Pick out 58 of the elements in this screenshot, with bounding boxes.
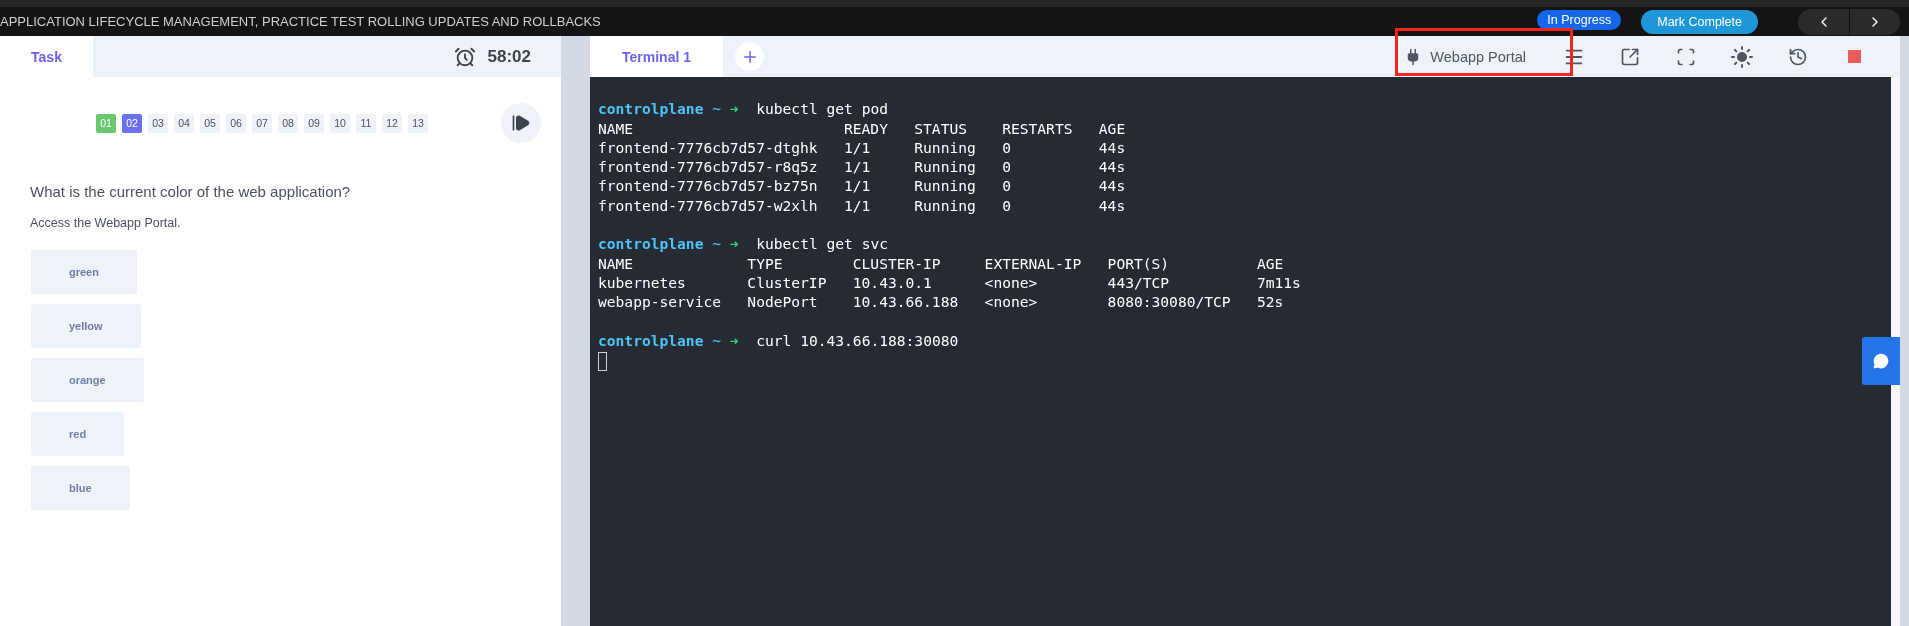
prompt-host: controlplane [598,100,704,118]
question-number[interactable]: 08 [278,113,298,133]
terminal-output: kubernetes ClusterIP 10.43.0.1 <none> 443/TCP 7m11s [598,273,1301,291]
history-icon [1788,46,1808,67]
answer-option[interactable]: green [31,250,137,294]
skip-button[interactable] [501,103,541,143]
prompt-dir: ~ [712,235,722,253]
terminal-output: frontend-7776cb7d57-r8q5z 1/1 Running 0 44s [598,158,1126,176]
terminal-output: webapp-service NodePort 10.43.66.188 <none> 8080:30080/TCP 52s [598,293,1284,311]
question-number[interactable]: 04 [174,113,194,133]
hint-text: Access the Webapp Portal. [30,216,182,230]
terminal-output: NAME READY STATUS RESTARTS AGE [598,119,1126,137]
answer-option[interactable]: blue [31,466,130,510]
terminal-command: kubectl get svc [756,235,888,253]
prompt-dir: ~ [712,100,722,118]
feedback-button[interactable] [1862,337,1900,385]
status-badge: In Progress [1537,9,1622,30]
prompt-arrow: ➜ [729,235,739,253]
alarm-clock-icon [453,45,476,68]
task-tab[interactable]: Task [0,36,93,77]
terminal-cursor [598,352,607,372]
webapp-portal-button[interactable]: Webapp Portal [1396,41,1534,72]
add-tab-button[interactable] [735,42,764,71]
terminal-command: curl 10.43.66.188:30080 [756,331,959,349]
terminal-output: frontend-7776cb7d57-bz75n 1/1 Running 0 44s [598,177,1126,195]
terminal-output: frontend-7776cb7d57-dtghk 1/1 Running 0 44s [598,138,1126,156]
terminal-output: NAME TYPE CLUSTER-IP EXTERNAL-IP PORT(S) AGE [598,254,1284,272]
question-number[interactable]: 12 [382,113,402,133]
answer-option[interactable]: red [31,412,125,456]
skip-forward-icon [511,113,531,133]
external-link-icon [1620,46,1640,67]
prompt-arrow: ➜ [729,100,739,118]
sun-icon [1730,44,1754,69]
question-text: What is the current color of the web application? [30,183,352,200]
terminal-output: frontend-7776cb7d57-w2xlh 1/1 Running 0 44s [598,196,1126,214]
prompt-host: controlplane [598,331,704,349]
question-number[interactable]: 05 [200,113,220,133]
question-number[interactable]: 02 [122,113,142,133]
prompt-arrow: ➜ [729,331,739,349]
stop-icon [1847,50,1861,63]
question-number[interactable]: 11 [356,113,376,133]
terminal-tab[interactable]: Terminal 1 [590,36,723,77]
answer-option[interactable]: orange [31,358,144,402]
terminal-screen[interactable] [590,77,1891,626]
question-number[interactable]: 03 [148,113,168,133]
course-title: APPLICATION LIFECYCLE MANAGEMENT, PRACTICE TEST ROLLING UPDATES AND ROLLBACKS [0,14,602,29]
prompt-host: controlplane [598,235,704,253]
question-number[interactable]: 07 [252,113,272,133]
terminal-command: kubectl get pod [756,100,888,118]
question-number[interactable]: 09 [304,113,324,133]
fullscreen-icon [1676,46,1696,67]
speech-bubble-icon [1873,353,1889,369]
question-number[interactable]: 10 [330,113,350,133]
question-number[interactable]: 06 [226,113,246,133]
question-number[interactable]: 13 [408,113,428,133]
answer-option[interactable]: yellow [31,304,141,348]
prompt-dir: ~ [712,331,722,349]
timer: 58:02 [487,46,531,67]
